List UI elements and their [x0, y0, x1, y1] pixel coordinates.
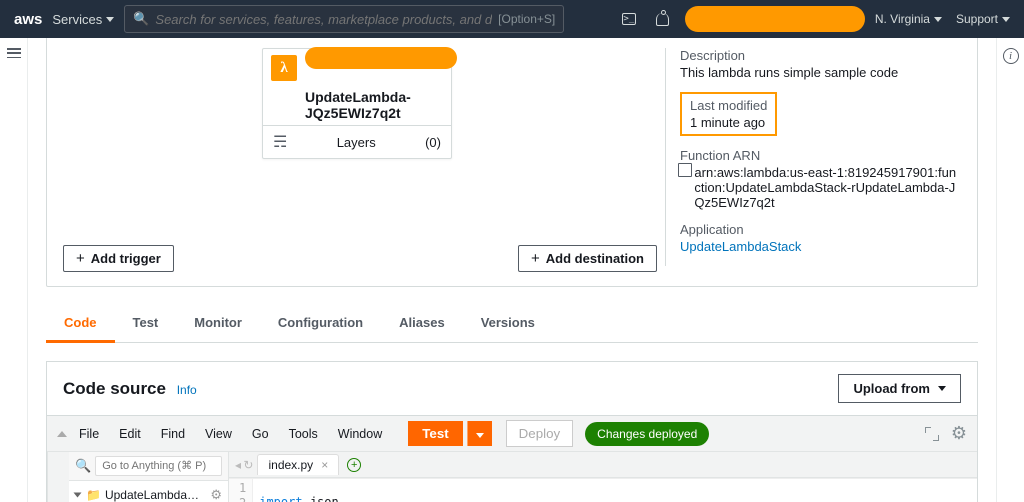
line-gutter: 12345678 [229, 479, 253, 502]
support-menu[interactable]: Support [956, 12, 1010, 26]
function-overview-panel: λ UpdateLambda-JQz5EWIz7q2t ☴ Layers (0)… [46, 38, 978, 287]
left-rail-toggle[interactable] [0, 38, 28, 502]
lambda-icon: λ [271, 55, 297, 81]
menu-go[interactable]: Go [244, 423, 277, 445]
goto-input[interactable] [95, 456, 222, 476]
close-icon[interactable]: × [321, 458, 328, 472]
last-modified-highlight: Last modified 1 minute ago [680, 92, 777, 136]
code-editor: File Edit Find View Go Tools Window Test… [47, 415, 977, 502]
top-nav: aws Services 🔍 [Option+S] >_ N. Virginia… [0, 0, 1024, 38]
notifications-icon[interactable] [651, 7, 675, 31]
arn-value: arn:aws:lambda:us-east-1:819245917901:fu… [694, 165, 961, 210]
aws-logo[interactable]: aws [14, 11, 42, 28]
menu-view[interactable]: View [197, 423, 240, 445]
description-value: This lambda runs simple sample code [680, 65, 961, 80]
caret-down-icon [106, 17, 114, 22]
search-icon: 🔍 [75, 458, 91, 474]
code-text[interactable]: 12345678 import json def lambda_handler(… [229, 478, 977, 502]
menu-file[interactable]: File [71, 423, 107, 445]
right-rail-toggle[interactable]: i [996, 38, 1024, 502]
code-lines: import json def lambda_handler(event, co… [253, 479, 594, 502]
copy-icon[interactable] [680, 165, 686, 177]
environment-tab[interactable]: Environment [47, 452, 69, 502]
application-link[interactable]: UpdateLambdaStack [680, 239, 961, 254]
history-back-icon[interactable]: ◂ ↻ [235, 458, 253, 472]
tab-monitor[interactable]: Monitor [176, 305, 260, 342]
info-link[interactable]: Info [177, 383, 197, 397]
editor-tabbar: ◂ ↻ index.py× + [229, 452, 977, 478]
detail-tabs: Code Test Monitor Configuration Aliases … [46, 305, 978, 343]
redacted-label [305, 47, 457, 69]
menu-find[interactable]: Find [153, 423, 193, 445]
new-tab-button[interactable]: + [347, 458, 361, 472]
global-search[interactable]: 🔍 [Option+S] [124, 5, 564, 33]
code-source-panel: Code source Info Upload from File Edit F… [46, 361, 978, 502]
folder-icon: 📁 [86, 488, 101, 502]
search-shortcut: [Option+S] [498, 12, 555, 26]
code-source-heading: Code source Info [63, 379, 197, 399]
layers-icon: ☴ [273, 132, 287, 152]
arn-label: Function ARN [680, 148, 961, 163]
info-icon: i [1003, 48, 1019, 64]
tab-test[interactable]: Test [115, 305, 177, 342]
ide-deploy-button: Deploy [506, 420, 574, 447]
menu-window[interactable]: Window [330, 423, 390, 445]
last-modified-value: 1 minute ago [690, 115, 767, 130]
layers-row[interactable]: ☴ Layers (0) [263, 125, 451, 158]
account-menu[interactable] [685, 6, 865, 32]
tab-aliases[interactable]: Aliases [381, 305, 463, 342]
description-label: Description [680, 48, 961, 63]
function-name: UpdateLambda-JQz5EWIz7q2t [263, 89, 451, 125]
tab-versions[interactable]: Versions [463, 305, 553, 342]
tab-configuration[interactable]: Configuration [260, 305, 381, 342]
collapse-icon[interactable] [57, 431, 67, 437]
gear-icon[interactable]: ⚙ [210, 487, 222, 502]
region-selector[interactable]: N. Virginia [875, 12, 942, 26]
layers-label: Layers [337, 135, 376, 150]
caret-down-icon [938, 386, 946, 391]
search-input[interactable] [155, 12, 492, 27]
fullscreen-icon[interactable] [925, 427, 939, 441]
ide-test-caret[interactable] [467, 421, 492, 446]
services-menu[interactable]: Services [52, 12, 114, 27]
ide-menubar: File Edit Find View Go Tools Window Test… [47, 416, 977, 452]
gear-icon[interactable]: ⚙ [951, 423, 967, 444]
cloudshell-icon[interactable]: >_ [617, 7, 641, 31]
add-trigger-button[interactable]: +Add trigger [63, 245, 174, 272]
ide-test-button[interactable]: Test [408, 421, 462, 446]
tree-folder[interactable]: 📁UpdateLambdaStack⚙ [73, 485, 224, 502]
menu-tools[interactable]: Tools [281, 423, 326, 445]
menu-edit[interactable]: Edit [111, 423, 149, 445]
layers-count: (0) [425, 135, 441, 150]
editor-tab[interactable]: index.py× [257, 454, 339, 475]
deployed-badge: Changes deployed [585, 422, 709, 446]
upload-from-button[interactable]: Upload from [838, 374, 961, 403]
file-explorer: 🔍 📁UpdateLambdaStack⚙ <>index.py [69, 452, 229, 502]
search-icon: 🔍 [133, 11, 149, 27]
details-column: Description This lambda runs simple samp… [665, 48, 961, 266]
last-modified-label: Last modified [690, 98, 767, 113]
application-label: Application [680, 222, 961, 237]
caret-icon [74, 493, 82, 498]
tab-code[interactable]: Code [46, 305, 115, 343]
function-card[interactable]: λ UpdateLambda-JQz5EWIz7q2t ☴ Layers (0) [262, 48, 452, 159]
add-destination-button[interactable]: +Add destination [518, 245, 657, 272]
hamburger-icon [7, 48, 21, 58]
